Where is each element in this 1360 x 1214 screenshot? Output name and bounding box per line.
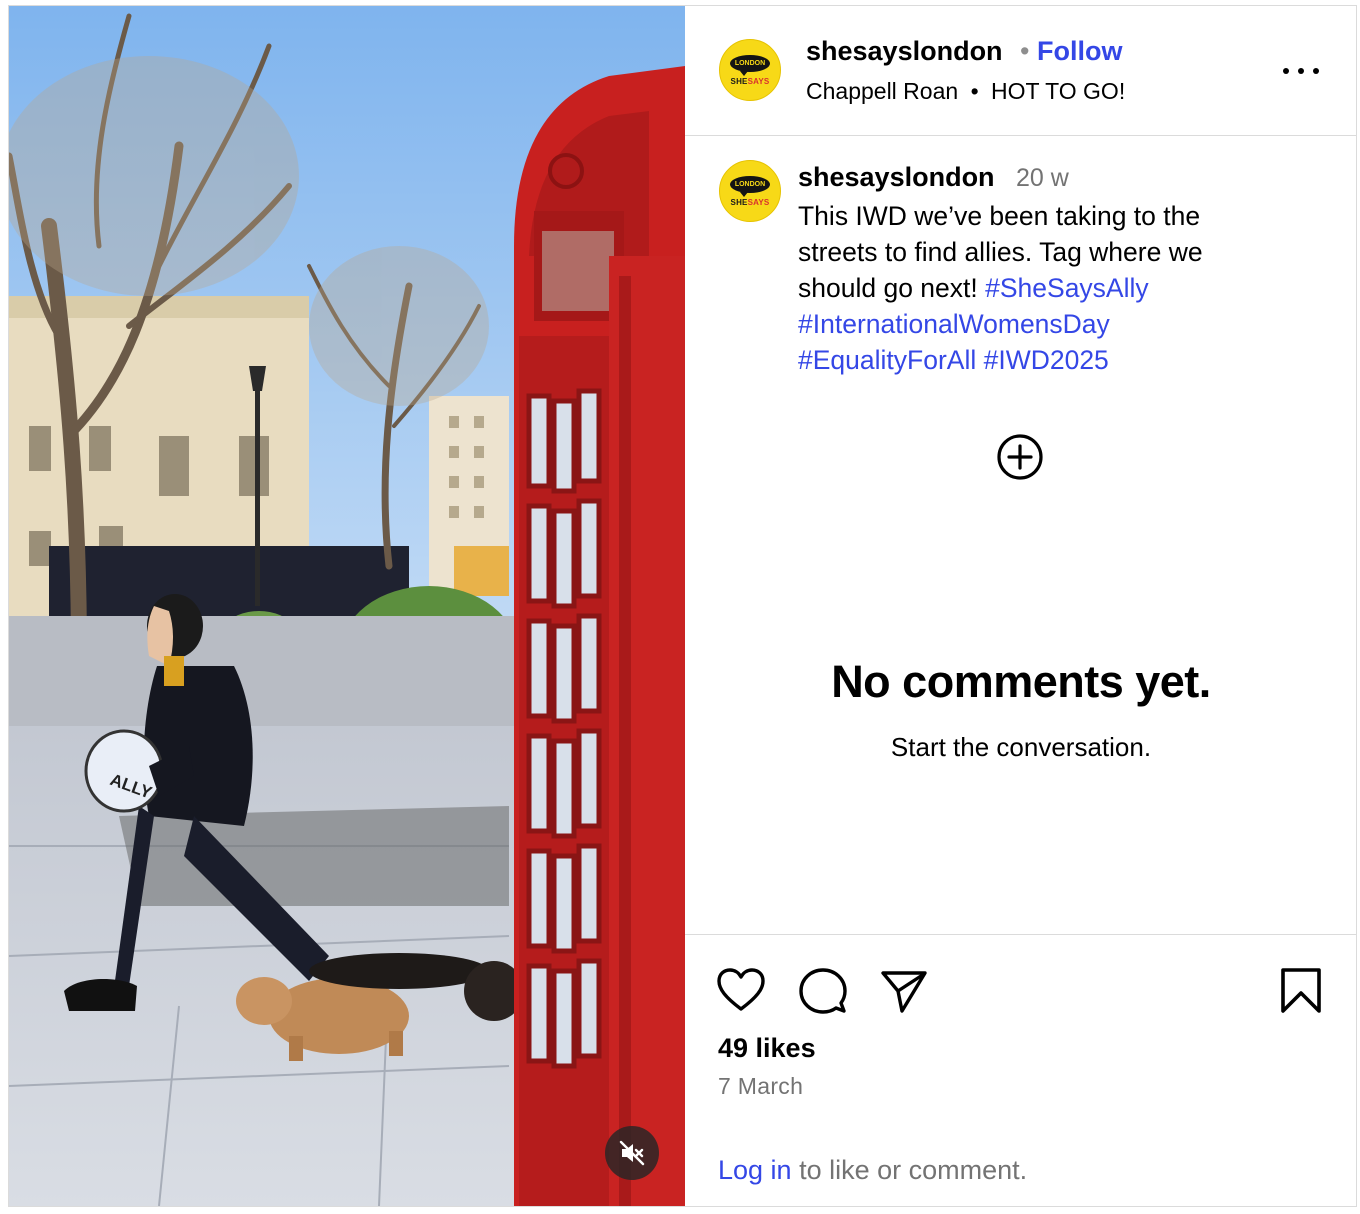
hashtag-link[interactable]: #IWD2025 <box>984 345 1109 375</box>
follow-button[interactable]: Follow <box>1037 36 1122 67</box>
red-phone-box <box>514 66 685 1206</box>
avatar-bubble: LONDON <box>730 54 770 76</box>
header-separator: • <box>1020 36 1030 66</box>
no-comments-subtitle: Start the conversation. <box>890 732 1152 762</box>
post-date[interactable]: 7 March <box>718 1073 803 1100</box>
author-username[interactable]: shesayslondon <box>806 36 1003 67</box>
audio-track: HOT TO GO! <box>991 78 1126 104</box>
login-prompt-text: to like or comment. <box>791 1155 1028 1185</box>
post-dialog: ALLY LONDON SHESAYS shesayslondon • Foll… <box>8 5 1357 1207</box>
audio-track-link[interactable]: Chappell Roan • HOT TO GO! <box>806 78 1125 105</box>
login-prompt: Log in to like or comment. <box>718 1155 1027 1186</box>
avatar-brand: SHESAYS <box>730 76 770 86</box>
author-avatar[interactable]: LONDON SHESAYS <box>719 39 781 101</box>
post-footer: 49 likes 7 March Log in to like or comme… <box>685 934 1356 1206</box>
caption-avatar[interactable]: LONDON SHESAYS <box>719 160 781 222</box>
more-options-icon[interactable] <box>1281 56 1321 86</box>
login-link[interactable]: Log in <box>718 1155 792 1185</box>
caption-timestamp[interactable]: 20 w <box>1016 164 1069 193</box>
hashtag-link[interactable]: #SheSaysAlly <box>985 273 1149 303</box>
post-header: LONDON SHESAYS shesayslondon • Follow Ch… <box>685 6 1356 136</box>
hashtag-link[interactable]: #EqualityForAll <box>798 345 976 375</box>
video-frame-scene: ALLY <box>9 6 685 1206</box>
caption-text: This IWD we’ve been taking to the street… <box>798 198 1268 378</box>
comment-bubble-icon[interactable] <box>797 965 849 1017</box>
heart-icon[interactable] <box>715 965 767 1017</box>
bookmark-icon[interactable] <box>1275 965 1327 1017</box>
share-send-icon[interactable] <box>878 965 930 1017</box>
mute-toggle-button[interactable] <box>605 1126 659 1180</box>
avatar-brand: SHESAYS <box>730 197 770 207</box>
caption-username[interactable]: shesayslondon <box>798 162 995 193</box>
likes-count[interactable]: 49 likes <box>718 1033 816 1064</box>
post-side-panel: LONDON SHESAYS shesayslondon • Follow Ch… <box>685 6 1356 1206</box>
hashtag-link[interactable]: #InternationalWomensDay <box>798 309 1110 339</box>
load-more-comments-icon[interactable] <box>996 433 1044 481</box>
no-comments-title: No comments yet. <box>831 656 1211 707</box>
audio-artist: Chappell Roan <box>806 78 959 104</box>
avatar-bubble: LONDON <box>730 175 770 197</box>
post-video[interactable]: ALLY <box>9 6 685 1206</box>
ally-sign <box>84 729 164 813</box>
audio-separator: • <box>970 78 979 104</box>
speaker-muted-icon <box>619 1140 645 1166</box>
